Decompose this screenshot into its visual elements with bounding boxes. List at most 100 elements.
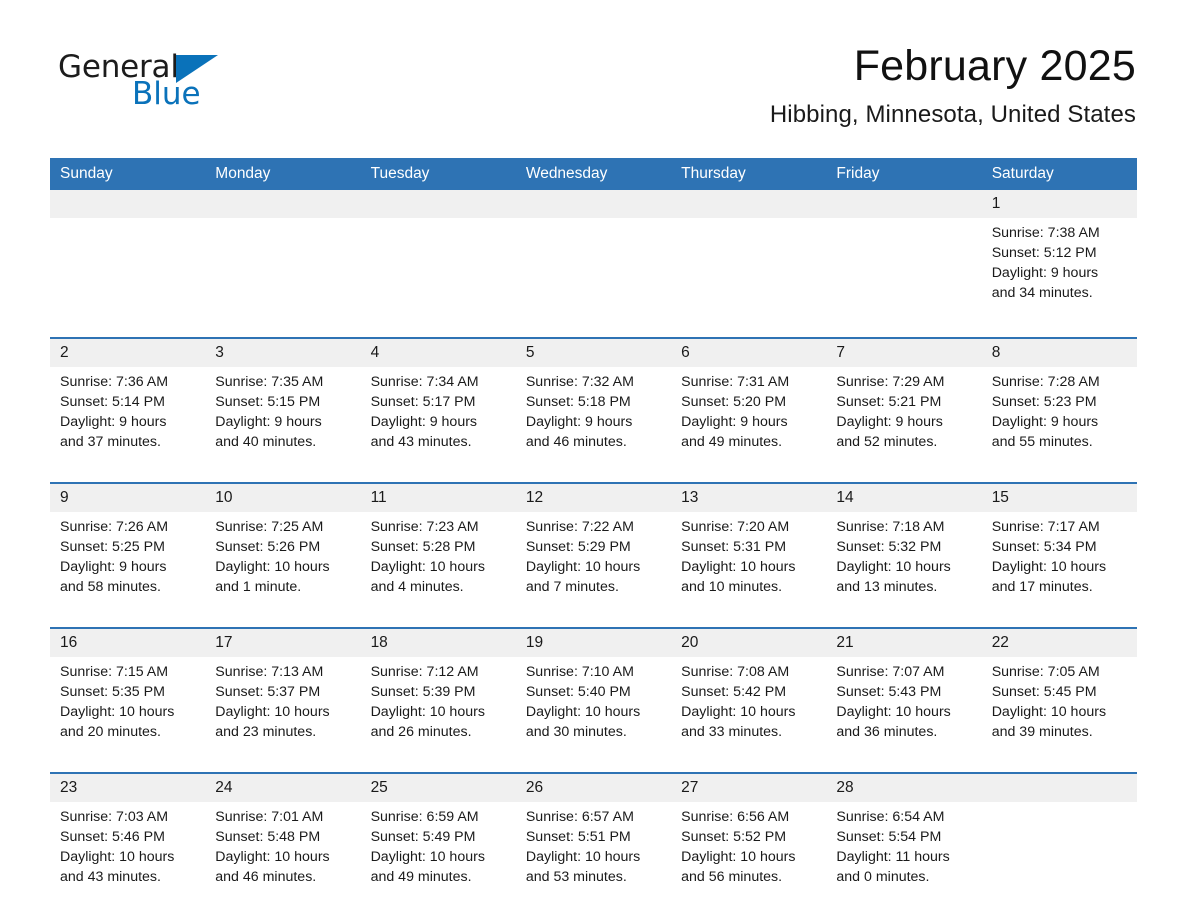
daylight-text-line2: and 0 minutes. — [836, 869, 930, 885]
calendar-day-cell[interactable]: 22 Sunrise: 7:05 AM Sunset: 5:45 PM Dayligh… — [981, 627, 1137, 773]
daylight-text-line1: Daylight: 9 hours — [525, 414, 633, 430]
calendar-day-cell[interactable]: 1 Sunrise: 7:38 AM Sunset: 5:12 PM Daylight… — [981, 190, 1137, 338]
sunset-text: Sunset: 5:39 PM — [370, 684, 476, 700]
calendar-day-cell[interactable]: 4 Sunrise: 7:34 AM Sunset: 5:17 PM Daylight… — [360, 337, 516, 483]
day-details — [50, 218, 205, 337]
sunset-text: Sunset: 5:35 PM — [60, 684, 165, 700]
day-number: 3 — [205, 339, 361, 367]
calendar-day-cell[interactable]: 6 Sunrise: 7:31 AM Sunset: 5:20 PM Daylight… — [671, 337, 827, 483]
day-details: Sunrise: 7:36 AM Sunset: 5:14 PM Daylight:… — [50, 367, 205, 482]
day-number — [50, 190, 206, 218]
calendar-day-cell[interactable]: 15 Sunrise: 7:17 AM Sunset: 5:34 PM Dayligh… — [981, 482, 1137, 628]
calendar-day-cell[interactable]: 18 Sunrise: 7:12 AM Sunset: 5:39 PM Dayligh… — [360, 627, 516, 773]
day-details: Sunrise: 6:59 AM Sunset: 5:49 PM Daylight:… — [361, 802, 516, 913]
calendar-day-cell[interactable]: 11 Sunrise: 7:23 AM Sunset: 5:28 PM Dayligh… — [360, 482, 516, 628]
sunrise-text: Sunrise: 7:15 AM — [60, 664, 169, 680]
day-number: 9 — [50, 484, 206, 512]
calendar-day-cell[interactable]: 9 Sunrise: 7:26 AM Sunset: 5:25 PM Daylight… — [50, 482, 206, 628]
daylight-text-line2: and 1 minute. — [215, 579, 302, 595]
calendar-day-cell[interactable]: 26 Sunrise: 6:57 AM Sunset: 5:51 PM Dayligh… — [515, 772, 672, 913]
calendar-day-cell[interactable]: 3 Sunrise: 7:35 AM Sunset: 5:15 PM Daylight… — [205, 337, 361, 483]
day-details: Sunrise: 7:31 AM Sunset: 5:20 PM Daylight:… — [671, 367, 826, 482]
daylight-text-line2: and 13 minutes. — [836, 579, 938, 595]
day-details: Sunrise: 7:26 AM Sunset: 5:25 PM Daylight:… — [50, 512, 205, 627]
calendar-day-cell[interactable]: 5 Sunrise: 7:32 AM Sunset: 5:18 PM Daylight… — [515, 337, 672, 483]
calendar-day-cell[interactable]: 20 Sunrise: 7:08 AM Sunset: 5:42 PM Dayligh… — [671, 627, 827, 773]
day-number: 24 — [205, 774, 361, 802]
daylight-text-line1: Daylight: 10 hours — [60, 849, 175, 865]
sunset-text: Sunset: 5:54 PM — [836, 829, 942, 845]
calendar-day-cell[interactable]: 24 Sunrise: 7:01 AM Sunset: 5:48 PM Dayligh… — [205, 772, 361, 913]
day-details: Sunrise: 7:28 AM Sunset: 5:23 PM Daylight:… — [982, 367, 1137, 482]
weekday-header-tuesday: Tuesday — [360, 158, 516, 190]
daylight-text-line1: Daylight: 10 hours — [370, 559, 485, 575]
day-details: Sunrise: 7:32 AM Sunset: 5:18 PM Daylight:… — [516, 367, 671, 482]
calendar-day-cell-empty — [981, 772, 1137, 913]
daylight-text-line2: and 58 minutes. — [60, 579, 161, 595]
sunrise-text: Sunrise: 7:03 AM — [60, 809, 169, 825]
sunrise-text: Sunrise: 7:08 AM — [681, 664, 790, 680]
sunrise-text: Sunrise: 7:22 AM — [525, 519, 634, 535]
daylight-text-line1: Daylight: 10 hours — [681, 704, 796, 720]
calendar-day-cell[interactable]: 14 Sunrise: 7:18 AM Sunset: 5:32 PM Dayligh… — [826, 482, 982, 628]
calendar-day-cell[interactable]: 19 Sunrise: 7:10 AM Sunset: 5:40 PM Dayligh… — [515, 627, 672, 773]
sunrise-text: Sunrise: 7:32 AM — [525, 374, 634, 390]
sunset-text: Sunset: 5:18 PM — [525, 394, 631, 410]
sunrise-text: Sunrise: 6:54 AM — [836, 809, 945, 825]
calendar-day-cell[interactable]: 8 Sunrise: 7:28 AM Sunset: 5:23 PM Daylight… — [981, 337, 1137, 483]
calendar-day-cell[interactable]: 28 Sunrise: 6:54 AM Sunset: 5:54 PM Dayligh… — [826, 772, 982, 913]
calendar-day-cell[interactable]: 16 Sunrise: 7:15 AM Sunset: 5:35 PM Dayligh… — [50, 627, 206, 773]
day-number — [981, 774, 1137, 802]
daylight-text-line2: and 40 minutes. — [215, 434, 317, 450]
daylight-text-line1: Daylight: 10 hours — [215, 559, 330, 575]
day-number: 17 — [205, 629, 361, 657]
daylight-text-line2: and 17 minutes. — [991, 579, 1093, 595]
daylight-text-line2: and 10 minutes. — [681, 579, 783, 595]
day-number — [671, 190, 827, 218]
weekday-header-monday: Monday — [205, 158, 361, 190]
calendar-day-cell[interactable]: 25 Sunrise: 6:59 AM Sunset: 5:49 PM Dayligh… — [360, 772, 516, 913]
day-number: 22 — [981, 629, 1137, 657]
day-details: Sunrise: 7:20 AM Sunset: 5:31 PM Daylight:… — [671, 512, 826, 627]
sunrise-text: Sunrise: 7:10 AM — [525, 664, 634, 680]
day-number: 14 — [826, 484, 982, 512]
calendar-day-cell-empty — [360, 190, 516, 338]
calendar-week-row: 9 Sunrise: 7:26 AM Sunset: 5:25 PM Daylight… — [50, 482, 1137, 628]
day-details: Sunrise: 7:18 AM Sunset: 5:32 PM Daylight:… — [826, 512, 981, 627]
sunrise-text: Sunrise: 7:20 AM — [681, 519, 790, 535]
sunrise-text: Sunrise: 6:56 AM — [681, 809, 790, 825]
calendar-week-row: 2 Sunrise: 7:36 AM Sunset: 5:14 PM Daylight… — [50, 337, 1137, 483]
day-number: 15 — [981, 484, 1137, 512]
calendar-day-cell[interactable]: 7 Sunrise: 7:29 AM Sunset: 5:21 PM Daylight… — [826, 337, 982, 483]
daylight-text-line1: Daylight: 10 hours — [370, 849, 485, 865]
day-number: 25 — [360, 774, 516, 802]
calendar-week-row: 1 Sunrise: 7:38 AM Sunset: 5:12 PM Daylight… — [50, 190, 1137, 338]
sunset-text: Sunset: 5:29 PM — [525, 539, 631, 555]
daylight-text-line2: and 43 minutes. — [60, 869, 161, 885]
sunset-text: Sunset: 5:28 PM — [370, 539, 476, 555]
calendar-day-cell[interactable]: 21 Sunrise: 7:07 AM Sunset: 5:43 PM Dayligh… — [826, 627, 982, 773]
daylight-text-line2: and 56 minutes. — [681, 869, 783, 885]
logo-text-blue: Blue — [132, 76, 201, 112]
sunrise-text: Sunrise: 7:36 AM — [60, 374, 169, 390]
daylight-text-line2: and 43 minutes. — [370, 434, 472, 450]
calendar-day-cell[interactable]: 12 Sunrise: 7:22 AM Sunset: 5:29 PM Dayligh… — [515, 482, 672, 628]
weekday-header-wednesday: Wednesday — [515, 158, 672, 190]
day-number: 4 — [360, 339, 516, 367]
calendar-day-cell[interactable]: 13 Sunrise: 7:20 AM Sunset: 5:31 PM Dayligh… — [671, 482, 827, 628]
day-number: 16 — [50, 629, 206, 657]
daylight-text-line1: Daylight: 10 hours — [525, 559, 641, 575]
sunset-text: Sunset: 5:49 PM — [370, 829, 476, 845]
calendar-header-row: Sunday Monday Tuesday Wednesday Thursday… — [50, 158, 1137, 190]
calendar-day-cell[interactable]: 23 Sunrise: 7:03 AM Sunset: 5:46 PM Dayligh… — [50, 772, 206, 913]
calendar-day-cell[interactable]: 17 Sunrise: 7:13 AM Sunset: 5:37 PM Dayligh… — [205, 627, 361, 773]
sunrise-text: Sunrise: 7:01 AM — [215, 809, 324, 825]
calendar-day-cell[interactable]: 2 Sunrise: 7:36 AM Sunset: 5:14 PM Daylight… — [50, 337, 206, 483]
daylight-text-line2: and 33 minutes. — [681, 724, 783, 740]
day-details: Sunrise: 7:35 AM Sunset: 5:15 PM Daylight:… — [205, 367, 360, 482]
calendar-day-cell[interactable]: 27 Sunrise: 6:56 AM Sunset: 5:52 PM Dayligh… — [671, 772, 827, 913]
sunrise-text: Sunrise: 6:57 AM — [525, 809, 634, 825]
sunrise-text: Sunrise: 7:38 AM — [991, 225, 1100, 241]
calendar-day-cell-empty — [671, 190, 827, 338]
calendar-day-cell[interactable]: 10 Sunrise: 7:25 AM Sunset: 5:26 PM Dayligh… — [205, 482, 361, 628]
